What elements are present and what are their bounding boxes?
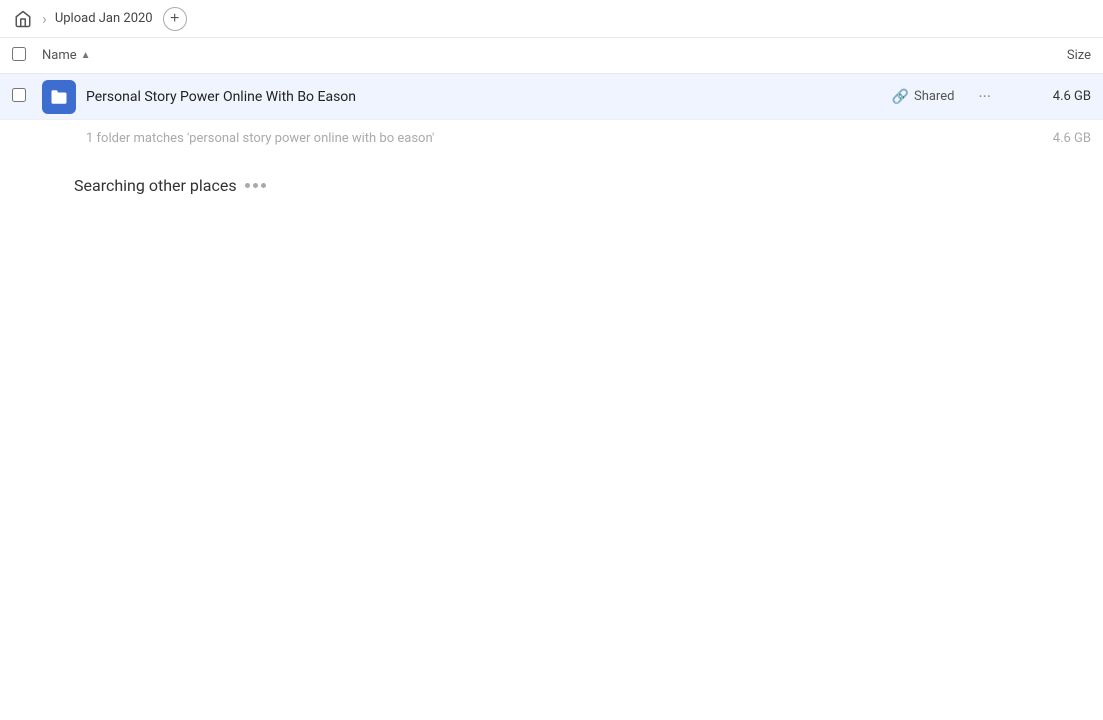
file-size: 4.6 GB xyxy=(1011,89,1091,104)
loading-indicator xyxy=(245,183,266,188)
link-icon: 🔗 xyxy=(892,89,909,105)
file-name: Personal Story Power Online With Bo Easo… xyxy=(86,89,892,105)
home-button[interactable] xyxy=(12,8,34,30)
sort-arrow-icon: ▲ xyxy=(81,50,91,61)
folder-icon xyxy=(42,80,76,114)
name-column-header[interactable]: Name ▲ xyxy=(42,48,1011,63)
breadcrumb-label: Upload Jan 2020 xyxy=(55,11,153,26)
add-button[interactable]: + xyxy=(163,7,187,31)
searching-section: Searching other places xyxy=(0,156,1103,203)
file-list-item[interactable]: Personal Story Power Online With Bo Easo… xyxy=(0,74,1103,120)
more-options-button[interactable]: ··· xyxy=(970,83,999,110)
breadcrumb-bar: › Upload Jan 2020 + xyxy=(0,0,1103,38)
column-headers: Name ▲ Size xyxy=(0,38,1103,74)
size-column-header: Size xyxy=(1011,48,1091,63)
match-size: 4.6 GB xyxy=(1053,131,1091,146)
select-all-checkbox-col xyxy=(12,47,42,65)
file-checkbox[interactable] xyxy=(12,88,26,102)
breadcrumb-separator: › xyxy=(42,9,47,28)
shared-label-text: Shared xyxy=(914,89,954,104)
file-checkbox-col xyxy=(12,88,42,106)
shared-status: 🔗 Shared xyxy=(892,89,955,105)
match-count-text: 1 folder matches 'personal story power o… xyxy=(86,131,434,146)
select-all-checkbox[interactable] xyxy=(12,47,26,61)
match-count-row: 1 folder matches 'personal story power o… xyxy=(0,120,1103,156)
searching-label: Searching other places xyxy=(74,176,1091,195)
